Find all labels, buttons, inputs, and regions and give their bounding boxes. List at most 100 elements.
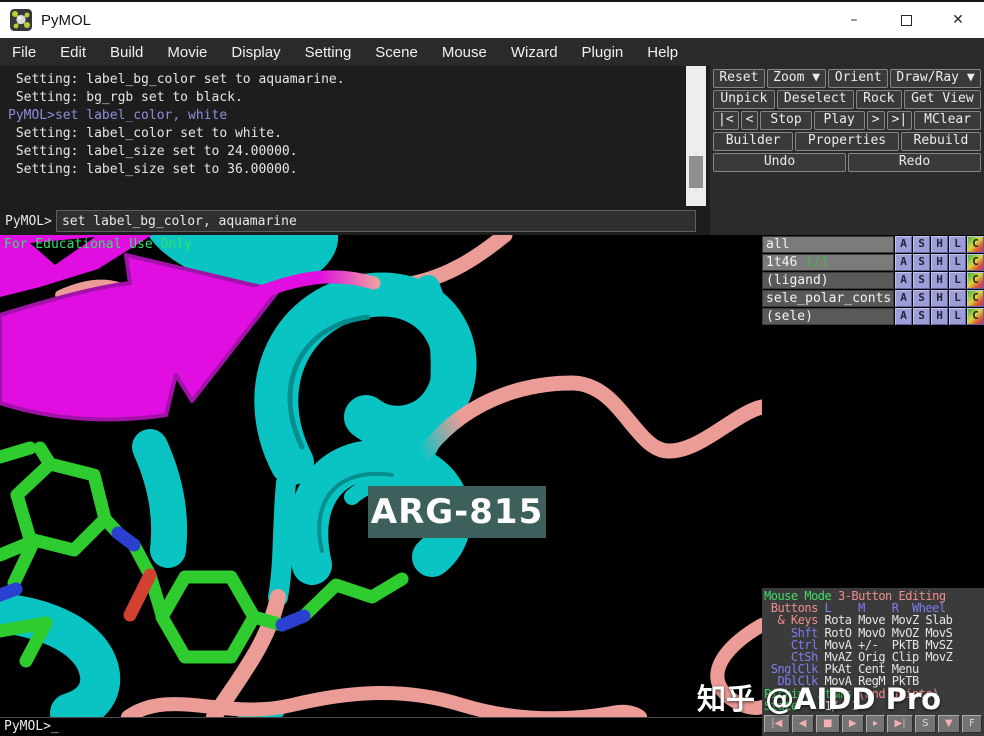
menu-mouse[interactable]: Mouse <box>430 38 499 66</box>
rock-button[interactable]: Rock <box>855 90 902 109</box>
action-button-a[interactable]: A <box>895 272 912 289</box>
object-row-all: all A S H L C <box>762 236 984 253</box>
menu-setting[interactable]: Setting <box>293 38 364 66</box>
console-panel: Setting: label_bg_color set to aquamarin… <box>0 66 710 235</box>
label-button-l[interactable]: L <box>949 254 966 271</box>
rebuild-button[interactable]: Rebuild <box>900 132 981 151</box>
draw-ray-button[interactable]: Draw/Ray ▼ <box>890 69 981 88</box>
color-button-c[interactable]: C <box>967 236 984 253</box>
frame-play-button[interactable]: ▶ <box>841 715 864 733</box>
console-line: Setting: label_bg_color set to aquamarin… <box>8 72 345 87</box>
object-name[interactable]: sele_polar_conts <box>762 290 894 307</box>
frame-last-button[interactable]: ▶| <box>887 715 913 733</box>
menu-plugin[interactable]: Plugin <box>570 38 636 66</box>
fullscreen-button[interactable]: F <box>961 715 983 733</box>
action-button-a[interactable]: A <box>895 254 912 271</box>
reset-button[interactable]: Reset <box>713 69 765 88</box>
command-line-row: PyMOL> <box>0 207 710 235</box>
close-button[interactable]: ✕ <box>932 2 984 38</box>
show-button-s[interactable]: S <box>913 254 930 271</box>
window-title: PyMOL <box>41 11 92 29</box>
object-row-1t46: 1t46 1/1 A S H L C <box>762 254 984 271</box>
movie-play-button[interactable]: Play <box>813 111 865 130</box>
menu-file[interactable]: File <box>0 38 48 66</box>
console-line: Setting: label_size set to 36.00000. <box>8 162 298 177</box>
show-button-s[interactable]: S <box>913 272 930 289</box>
hide-button-h[interactable]: H <box>931 308 948 325</box>
frame-stop-button[interactable]: ■ <box>815 715 840 733</box>
viewport-3d[interactable]: ​ ARG-815 For Educational Use Only <box>0 227 770 733</box>
action-button-a[interactable]: A <box>895 236 912 253</box>
frame-fwd-button[interactable]: ▸ <box>865 715 886 733</box>
menu-display[interactable]: Display <box>219 38 292 66</box>
console-scrollbar[interactable] <box>686 66 706 206</box>
zoom-button[interactable]: Zoom ▼ <box>766 69 827 88</box>
object-row-sele-polar-conts: sele_polar_conts A S H L C <box>762 290 984 307</box>
movie-back-button[interactable]: < <box>740 111 759 130</box>
command-prompt: PyMOL> <box>5 213 52 229</box>
mouse-mode-panel[interactable]: Mouse Mode 3-Button Editing Buttons L M … <box>762 588 984 712</box>
hide-button-h[interactable]: H <box>931 290 948 307</box>
dropdown-button[interactable]: ▼ <box>937 715 960 733</box>
pymol-window: PyMOL – ✕ File Edit Build Movie Display … <box>0 0 984 736</box>
color-button-c[interactable]: C <box>967 290 984 307</box>
object-name[interactable]: 1t46 1/1 <box>762 254 894 271</box>
object-row-sele: (sele) A S H L C <box>762 308 984 325</box>
builder-button[interactable]: Builder <box>713 132 794 151</box>
menu-help[interactable]: Help <box>635 38 690 66</box>
label-button-l[interactable]: L <box>949 272 966 289</box>
command-input[interactable] <box>55 210 696 232</box>
object-row-ligand: (ligand) A S H L C <box>762 272 984 289</box>
object-name[interactable]: all <box>762 236 894 253</box>
control-panel: Reset Zoom ▼ Orient Draw/Ray ▼ Unpick De… <box>710 66 984 235</box>
scrollbar-thumb[interactable] <box>689 156 703 188</box>
frame-first-button[interactable]: |◀ <box>764 715 790 733</box>
menu-build[interactable]: Build <box>98 38 155 66</box>
action-button-a[interactable]: A <box>895 290 912 307</box>
undo-button[interactable]: Undo <box>713 153 846 172</box>
viewer-command-prompt[interactable]: PyMOL>_ <box>0 717 762 736</box>
menu-wizard[interactable]: Wizard <box>499 38 570 66</box>
show-button-s[interactable]: S <box>913 308 930 325</box>
frame-back-button[interactable]: ◀ <box>791 715 814 733</box>
console-log: Setting: label_bg_color set to aquamarin… <box>0 66 710 207</box>
hide-button-h[interactable]: H <box>931 254 948 271</box>
object-name[interactable]: (sele) <box>762 308 894 325</box>
menu-bar: File Edit Build Movie Display Setting Sc… <box>0 38 984 66</box>
movie-first-button[interactable]: |< <box>713 111 739 130</box>
color-button-c[interactable]: C <box>967 254 984 271</box>
pymol-app-icon <box>10 9 32 31</box>
label-button-l[interactable]: L <box>949 236 966 253</box>
edu-notice-text: For Educational Use Only <box>4 237 192 252</box>
deselect-button[interactable]: Deselect <box>776 90 854 109</box>
action-button-a[interactable]: A <box>895 308 912 325</box>
show-button-s[interactable]: S <box>913 236 930 253</box>
movie-fwd-button[interactable]: > <box>866 111 885 130</box>
properties-button[interactable]: Properties <box>795 132 899 151</box>
label-button-l[interactable]: L <box>949 290 966 307</box>
frame-playback-bar: |◀ ◀ ■ ▶ ▸ ▶| S ▼ F <box>762 712 984 736</box>
scene-button[interactable]: S <box>914 715 936 733</box>
console-line: Setting: label_size set to 24.00000. <box>8 144 298 159</box>
menu-movie[interactable]: Movie <box>155 38 219 66</box>
minimize-button[interactable]: – <box>828 2 880 38</box>
movie-last-button[interactable]: >| <box>886 111 913 130</box>
label-button-l[interactable]: L <box>949 308 966 325</box>
mclear-button[interactable]: MClear <box>914 111 981 130</box>
movie-stop-button[interactable]: Stop <box>760 111 812 130</box>
menu-scene[interactable]: Scene <box>363 38 430 66</box>
console-line: PyMOL>set label_color, white <box>8 108 228 123</box>
orient-button[interactable]: Orient <box>828 69 889 88</box>
hide-button-h[interactable]: H <box>931 236 948 253</box>
get-view-button[interactable]: Get View <box>903 90 982 109</box>
show-button-s[interactable]: S <box>913 290 930 307</box>
molecule-scene: ​ ARG-815 For Educational Use Only <box>0 227 770 733</box>
unpick-button[interactable]: Unpick <box>713 90 775 109</box>
color-button-c[interactable]: C <box>967 272 984 289</box>
menu-edit[interactable]: Edit <box>48 38 98 66</box>
color-button-c[interactable]: C <box>967 308 984 325</box>
object-name[interactable]: (ligand) <box>762 272 894 289</box>
redo-button[interactable]: Redo <box>848 153 981 172</box>
hide-button-h[interactable]: H <box>931 272 948 289</box>
maximize-button[interactable] <box>880 2 932 38</box>
